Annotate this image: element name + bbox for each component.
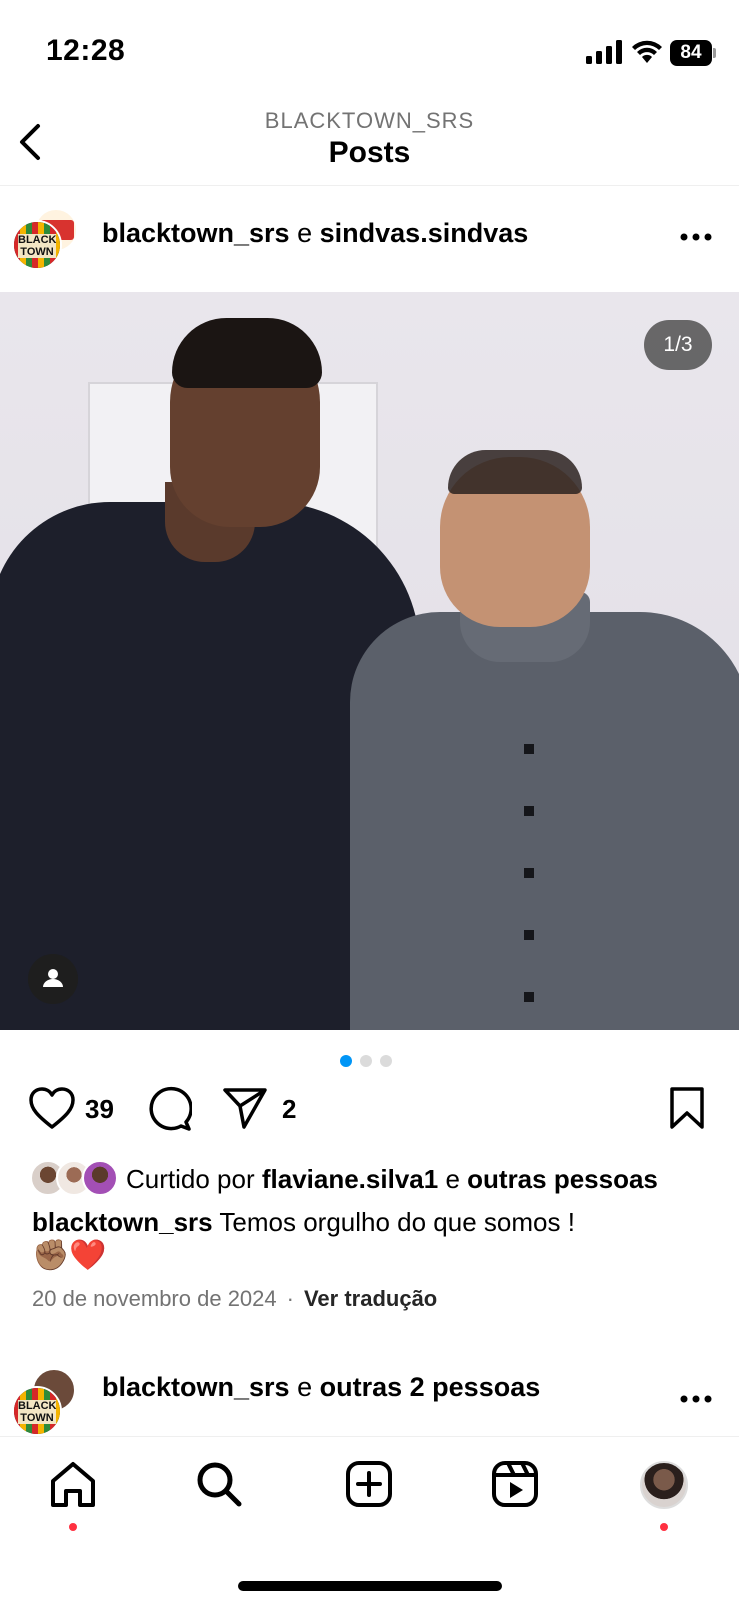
page-header: BLACKTOWN_SRS Posts [0,100,739,186]
avatar-logo-text: BLACK TOWN [18,234,57,258]
author-connector: e [297,1372,313,1402]
avatar-logo-text: BLACK TOWN [18,1400,57,1424]
others-link[interactable]: outras 2 pessoas [320,1372,541,1402]
caption-emoji: ✊🏽❤️ [32,1239,107,1272]
shares-count[interactable]: 2 [282,1094,296,1125]
plus-square-icon[interactable] [344,1459,394,1509]
liker-avatar-3 [82,1160,118,1196]
author-connector: e [297,218,313,248]
caption-text: Temos orgulho do que somos ! [219,1207,575,1237]
cellular-signal-icon [586,40,622,64]
comment-icon[interactable] [146,1086,192,1132]
pager-dot-3 [380,1055,392,1067]
next-post-authors[interactable]: blacktown_srs e outras 2 pessoas [102,1372,540,1403]
likes-count[interactable]: 39 [85,1094,114,1125]
caption-username[interactable]: blacktown_srs [32,1207,213,1237]
liked-by-connector: e [445,1164,460,1194]
post-authors[interactable]: blacktown_srs e sindvas.sindvas [102,218,528,249]
liked-by-text: Curtido por flaviane.silva1 e outras pes… [126,1164,658,1195]
ellipsis-icon[interactable] [680,1394,712,1404]
liked-by-others[interactable]: outras pessoas [467,1164,658,1194]
home-notification-dot [69,1523,77,1531]
account-avatar[interactable]: BLACK TOWN [12,1386,62,1436]
liked-by-row[interactable]: Curtido por flaviane.silva1 e outras pes… [30,1160,730,1200]
profile-notification-dot [660,1523,668,1531]
profile-avatar[interactable] [640,1461,688,1509]
bottom-tab-bar [0,1436,739,1600]
page-title: Posts [328,136,411,169]
liked-by-user[interactable]: flaviane.silva1 [262,1164,438,1194]
search-icon[interactable] [194,1459,244,1509]
send-icon[interactable] [222,1086,268,1130]
status-time: 12:28 [46,34,126,67]
shirt-buttons [524,692,534,1022]
author-username[interactable]: blacktown_srs [102,1372,290,1402]
bookmark-icon[interactable] [668,1086,706,1130]
reels-icon[interactable] [490,1459,540,1509]
carousel-pager [340,1055,400,1069]
post-date: 20 de novembro de 2024 [32,1286,277,1311]
collab-username[interactable]: sindvas.sindvas [320,218,529,248]
battery-cap [713,48,716,58]
ellipsis-icon[interactable] [680,232,712,242]
photo-counter: 1/3 [644,320,712,370]
account-avatar: BLACK TOWN [12,220,62,270]
battery-indicator: 84 [670,40,716,66]
next-post-header: BLACK TOWN blacktown_srs e outras 2 pess… [0,1360,739,1440]
post-header: BLACK TOWN blacktown_srs e sindvas.sindv… [0,186,739,292]
pager-dot-1 [340,1055,352,1067]
home-indicator [238,1581,502,1591]
meta-separator: · [286,1286,294,1311]
pager-dot-2 [360,1055,372,1067]
person-icon[interactable] [28,954,78,1004]
post-meta: 20 de novembro de 2024 · Ver tradução [32,1286,437,1312]
status-bar: 12:28 84 [0,0,739,100]
avatar[interactable]: BLACK TOWN [12,208,78,270]
post-actions: 39 2 [0,1086,739,1136]
header-account-name: BLACKTOWN_SRS [264,108,475,133]
person-right-shirt [350,612,739,1030]
post-caption: blacktown_srs Temos orgulho do que somos… [32,1204,722,1240]
translate-link[interactable]: Ver tradução [304,1286,437,1311]
person-left-hair [172,318,322,388]
post-photo[interactable]: 1/3 [0,292,739,1030]
battery-level: 84 [670,40,712,66]
author-username[interactable]: blacktown_srs [102,218,290,248]
wifi-icon [632,40,662,63]
heart-icon[interactable] [28,1086,76,1130]
home-icon[interactable] [48,1459,98,1509]
person-right-hair [448,450,582,494]
liked-by-prefix: Curtido por [126,1164,255,1194]
